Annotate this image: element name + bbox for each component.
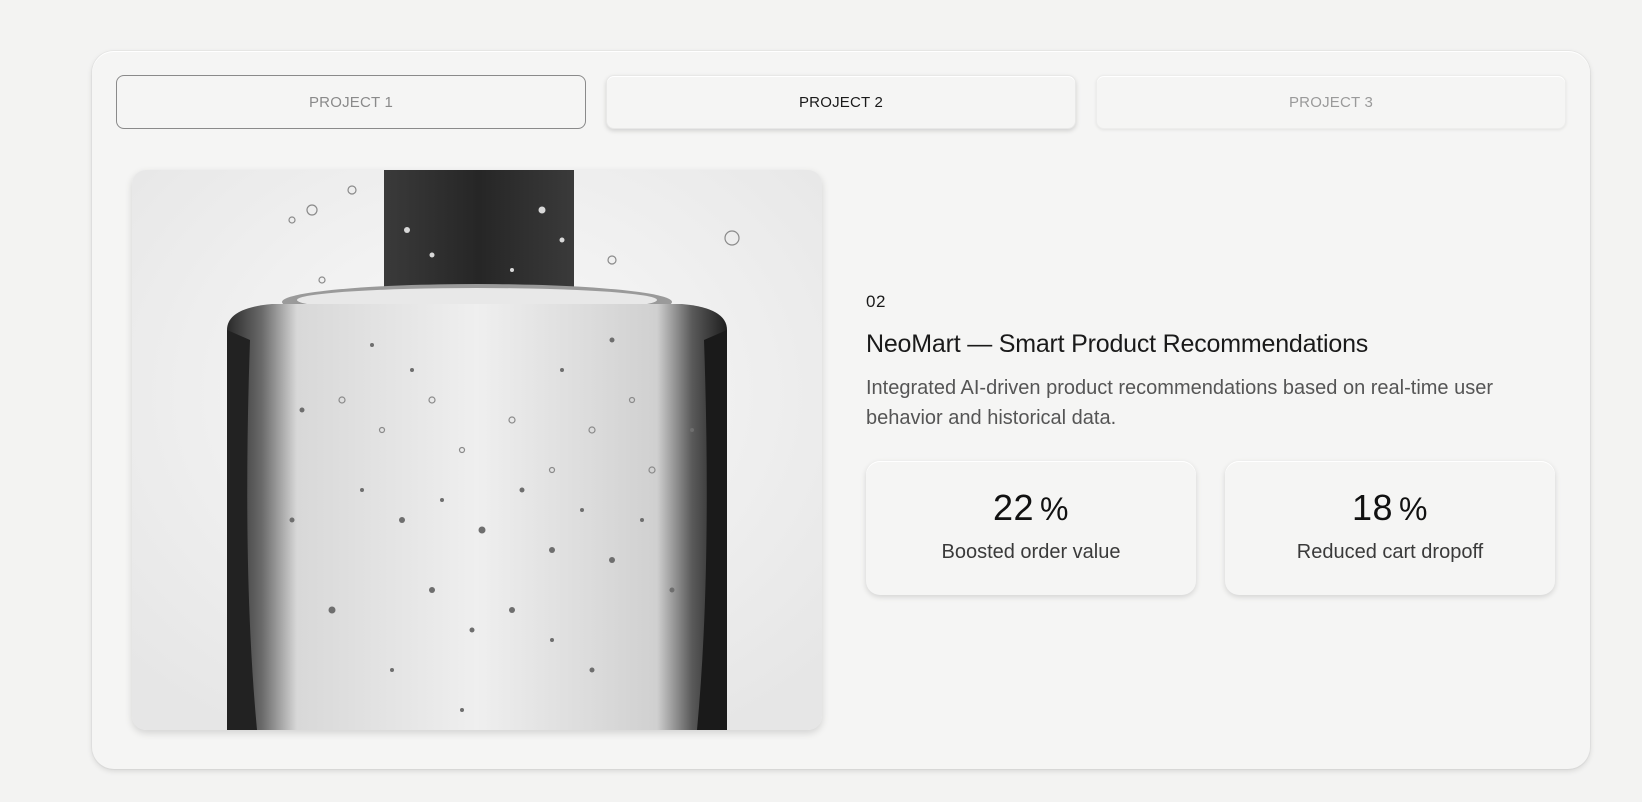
stat-value: 18% <box>1225 487 1555 529</box>
project-description: Integrated AI-driven product recommendat… <box>866 377 1494 429</box>
stat-label: Reduced cart dropoff <box>1296 541 1484 563</box>
stat-card-order-value: 22% Boosted order value <box>866 461 1196 595</box>
stat-label: Boosted order value <box>941 541 1121 563</box>
project-stats: 22% Boosted order value 18% Reduced cart… <box>866 461 1556 597</box>
bottle-photo <box>132 170 822 730</box>
project-image <box>132 170 822 730</box>
project-showcase-card: PROJECT 1 PROJECT 2 PROJECT 3 02 NeoMart… <box>92 51 1590 769</box>
stat-unit: % <box>1040 491 1069 527</box>
stat-number: 22 <box>993 487 1035 528</box>
stat-card-cart-dropoff: 18% Reduced cart dropoff <box>1225 461 1555 595</box>
tab-project-2[interactable]: PROJECT 2 <box>606 75 1076 129</box>
project-title: NeoMart — Smart Product Recommendations <box>866 330 1369 358</box>
stat-unit: % <box>1399 491 1428 527</box>
project-tabs: PROJECT 1 PROJECT 2 PROJECT 3 <box>116 75 1566 129</box>
stat-number: 18 <box>1352 487 1394 528</box>
tab-project-1[interactable]: PROJECT 1 <box>116 75 586 129</box>
tab-project-3[interactable]: PROJECT 3 <box>1096 75 1566 129</box>
project-index: 02 <box>866 292 886 311</box>
stat-value: 22% <box>866 487 1196 529</box>
project-details: 02 NeoMart — Smart Product Recommendatio… <box>866 292 1556 597</box>
